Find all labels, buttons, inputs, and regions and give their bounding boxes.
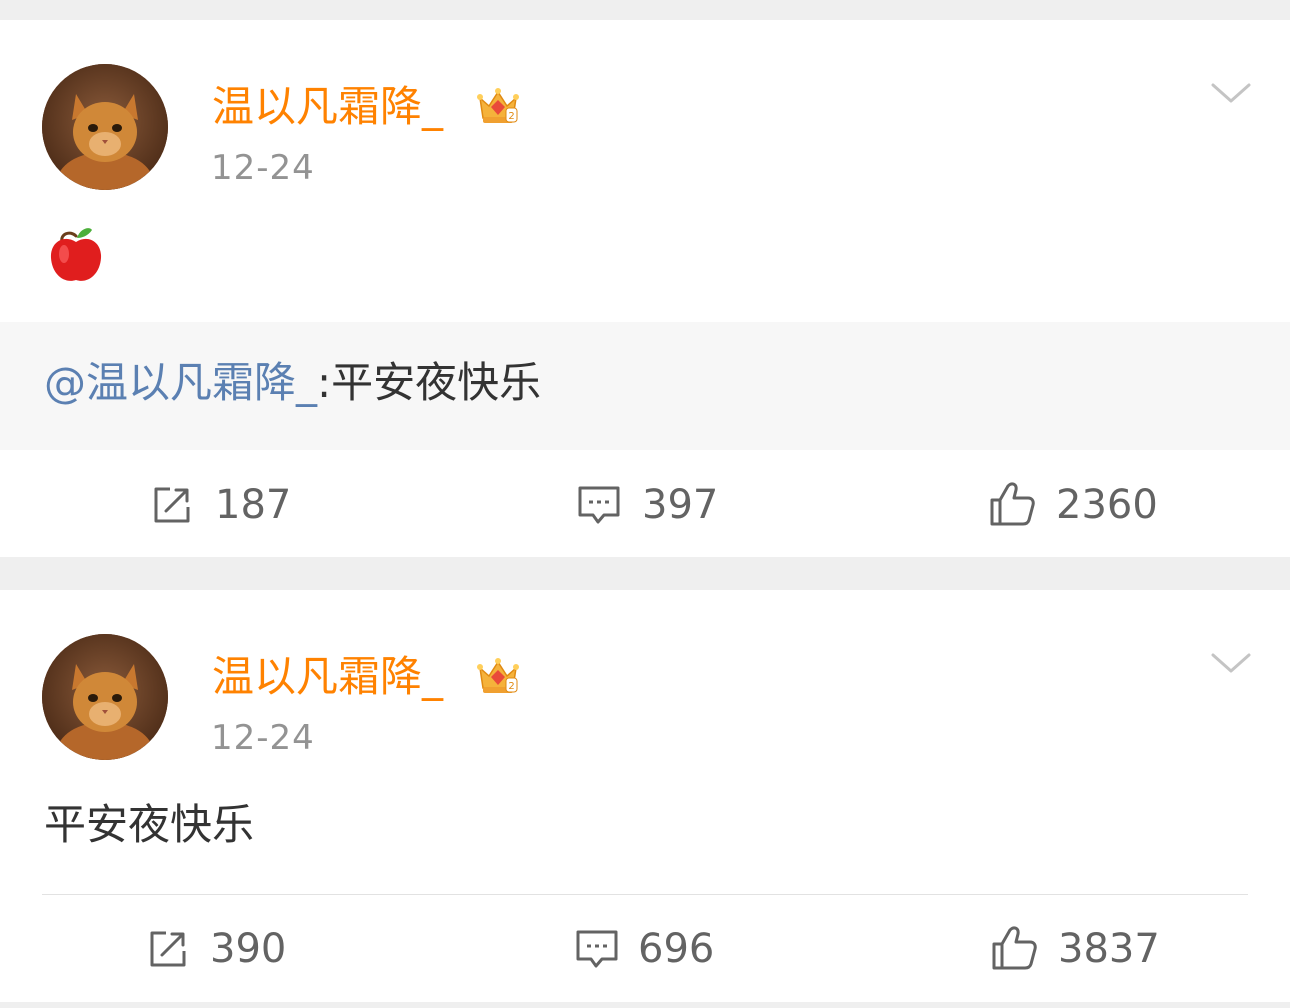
like-count: 2360 — [1056, 482, 1158, 528]
share-button[interactable]: 187 — [150, 480, 292, 530]
thumbs-up-icon — [992, 926, 1037, 970]
like-button[interactable]: 3837 — [990, 924, 1170, 974]
comment-icon — [578, 486, 620, 524]
avatar[interactable] — [42, 634, 168, 760]
share-button[interactable]: 390 — [146, 924, 296, 974]
post-timestamp: 12-24 — [211, 148, 315, 188]
share-count: 187 — [215, 482, 292, 528]
divider — [42, 894, 1248, 895]
crown-badge-icon: 2 — [476, 84, 520, 128]
username[interactable]: 温以凡霜降_ — [212, 82, 443, 132]
username[interactable]: 温以凡霜降_ — [212, 652, 443, 702]
mention-link[interactable]: @温以凡霜降_ — [44, 358, 317, 407]
comment-count: 696 — [638, 926, 715, 972]
post-timestamp: 12-24 — [211, 718, 315, 758]
avatar[interactable] — [42, 64, 168, 190]
svg-text:2: 2 — [508, 111, 514, 122]
like-button[interactable]: 2360 — [988, 480, 1168, 530]
comment-count: 397 — [642, 482, 719, 528]
share-icon — [150, 931, 186, 967]
comment-button[interactable]: 696 — [574, 924, 724, 974]
svg-text:2: 2 — [508, 681, 514, 692]
comment-icon — [576, 930, 618, 968]
post-text: 平安夜快乐 — [44, 800, 255, 849]
apple-emoji — [46, 224, 106, 286]
chevron-down-icon[interactable] — [1208, 78, 1254, 108]
repost-text: :平安夜快乐 — [317, 358, 542, 407]
post-card[interactable]: 温以凡霜降_ 2 12-24 平安夜快乐 390 696 3837 — [0, 590, 1290, 1002]
like-count: 3837 — [1058, 926, 1160, 972]
comment-button[interactable]: 397 — [576, 480, 726, 530]
post-card[interactable]: 温以凡霜降_ 2 12-24 @温以凡霜降_:平安夜快乐 187 397 236… — [0, 20, 1290, 557]
crown-badge-icon: 2 — [476, 654, 520, 698]
thumbs-up-icon — [990, 482, 1035, 526]
chevron-down-icon[interactable] — [1208, 648, 1254, 678]
share-count: 390 — [210, 926, 287, 972]
share-icon — [154, 487, 190, 523]
repost-content: @温以凡霜降_:平安夜快乐 — [44, 358, 541, 408]
repost-box[interactable]: @温以凡霜降_:平安夜快乐 — [0, 322, 1290, 450]
